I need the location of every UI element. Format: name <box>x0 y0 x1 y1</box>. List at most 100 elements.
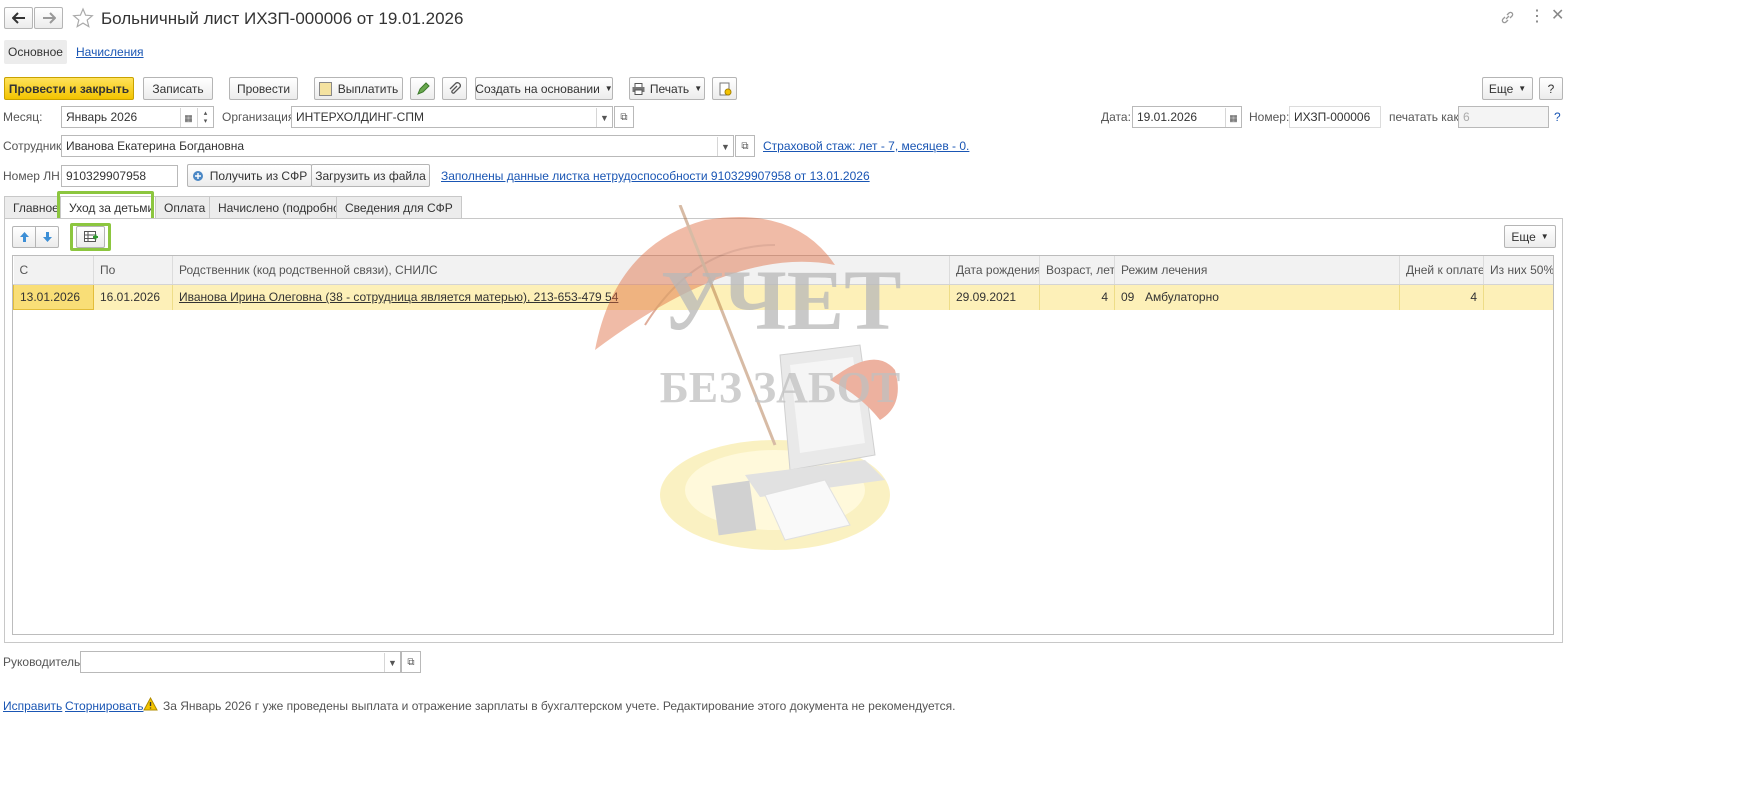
col-header-relative[interactable]: Родственник (код родственной связи), СНИ… <box>172 256 950 285</box>
cell-treatment-mode[interactable]: 09 Амбулаторно <box>1114 284 1400 310</box>
print-as-field[interactable]: 6 <box>1458 106 1549 128</box>
manager-field[interactable]: ▼ <box>80 651 401 673</box>
forward-button[interactable] <box>34 7 63 29</box>
pay-label: Выплатить <box>337 81 399 96</box>
employee-value: Иванова Екатерина Богдановна <box>66 139 245 153</box>
month-field[interactable]: Январь 2026 ▦ ▴ ▾ <box>61 106 214 128</box>
table-header-row: С По Родственник (код родственной связи)… <box>13 256 1553 285</box>
cell-relative[interactable]: Иванова Ирина Олеговна (38 - сотрудница … <box>172 284 950 310</box>
arrow-right-icon <box>42 12 56 24</box>
post-button[interactable]: Провести <box>229 77 298 100</box>
arrow-up-icon <box>19 232 29 242</box>
document-report-icon <box>719 82 731 95</box>
open-organization-icon[interactable]: ⧉ <box>614 106 634 128</box>
month-label: Месяц: <box>3 110 43 124</box>
employee-field[interactable]: Иванова Екатерина Богдановна ▼ <box>61 135 734 157</box>
tab-highlight-frame <box>57 191 154 221</box>
chevron-down-icon[interactable]: ▼ <box>596 108 612 127</box>
month-value: Январь 2026 <box>66 110 138 124</box>
pen-icon <box>416 81 430 95</box>
warning-icon <box>143 696 158 714</box>
arrow-down-icon <box>42 232 52 242</box>
fix-link[interactable]: Исправить <box>3 697 62 715</box>
cell-from[interactable]: 13.01.2026 <box>13 284 94 310</box>
get-from-sfr-label: Получить из СФР <box>209 168 308 183</box>
document-title: Больничный лист ИХЗП-000006 от 19.01.202… <box>101 9 464 28</box>
favorite-star-icon[interactable] <box>72 7 94 29</box>
post-and-close-button[interactable]: Провести и закрыть <box>4 77 134 100</box>
attach-button[interactable] <box>442 77 467 100</box>
employee-label: Сотрудник: <box>3 139 65 153</box>
cell-birth-date[interactable]: 29.09.2021 <box>949 284 1040 310</box>
print-label: Печать <box>649 81 690 96</box>
printer-icon <box>632 82 645 95</box>
chevron-down-icon[interactable]: ▼ <box>717 137 733 156</box>
fill-table-icon <box>83 231 98 242</box>
report-button[interactable] <box>712 77 737 100</box>
tab-payment[interactable]: Оплата <box>155 196 215 219</box>
open-employee-icon[interactable]: ⧉ <box>735 135 755 157</box>
table-row[interactable]: 13.01.2026 16.01.2026 Иванова Ирина Олег… <box>13 284 1553 310</box>
number-value: ИХЗП-000006 <box>1294 110 1371 124</box>
get-from-sfr-button[interactable]: Получить из СФР <box>187 164 312 187</box>
paperclip-icon <box>449 81 461 94</box>
create-based-button[interactable]: Создать на основании ▼ <box>475 77 613 100</box>
open-manager-icon[interactable]: ⧉ <box>401 651 421 673</box>
calendar-icon[interactable]: ▦ <box>1225 108 1241 127</box>
organization-field[interactable]: ИНТЕРХОЛДИНГ-СПМ ▼ <box>291 106 613 128</box>
fill-table-button[interactable] <box>76 226 105 248</box>
cell-to[interactable]: 16.01.2026 <box>93 284 173 310</box>
tab-accrued-detailed[interactable]: Начислено (подробно) <box>209 196 353 219</box>
child-care-table: С По Родственник (код родственной связи)… <box>12 255 1554 635</box>
chevron-down-icon: ▼ <box>1540 232 1549 241</box>
pay-icon <box>318 81 332 96</box>
cell-age[interactable]: 4 <box>1039 284 1115 310</box>
col-header-treatment-mode[interactable]: Режим лечения <box>1114 256 1400 285</box>
col-header-to[interactable]: По <box>93 256 173 285</box>
organization-value: ИНТЕРХОЛДИНГ-СПМ <box>296 110 424 124</box>
nav-tab-accruals[interactable]: Начисления <box>76 43 144 61</box>
sick-leave-filled-link[interactable]: Заполнены данные листка нетрудоспособнос… <box>441 167 870 185</box>
more-menu-icon[interactable]: ⋮ <box>1529 8 1545 26</box>
col-header-half-pay[interactable]: Из них 50% <box>1483 256 1553 285</box>
signature-button[interactable] <box>410 77 435 100</box>
manager-label: Руководитель: <box>3 655 84 669</box>
pay-button[interactable]: Выплатить <box>314 77 403 100</box>
more-button[interactable]: Еще ▼ <box>1482 77 1533 100</box>
calendar-icon[interactable]: ▦ <box>180 108 196 127</box>
col-header-from[interactable]: С <box>13 256 94 285</box>
month-spinner[interactable]: ▴ ▾ <box>197 108 213 127</box>
chevron-down-icon: ▼ <box>604 84 613 93</box>
date-field[interactable]: 19.01.2026 ▦ <box>1132 106 1242 128</box>
insurance-experience-link[interactable]: Страховой стаж: лет - 7, месяцев - 0. <box>763 137 969 155</box>
help-button[interactable]: ? <box>1539 77 1563 100</box>
cell-days-to-pay[interactable]: 4 <box>1399 284 1484 310</box>
date-label: Дата: <box>1101 110 1131 124</box>
move-down-button[interactable] <box>35 226 59 248</box>
table-more-button[interactable]: Еще ▼ <box>1504 225 1556 248</box>
back-button[interactable] <box>4 7 33 29</box>
save-button[interactable]: Записать <box>143 77 213 100</box>
link-icon[interactable] <box>1500 10 1515 28</box>
reverse-link[interactable]: Сторнировать <box>65 697 143 715</box>
col-header-days-to-pay[interactable]: Дней к оплате <box>1399 256 1484 285</box>
print-as-placeholder: 6 <box>1463 110 1470 124</box>
close-icon[interactable]: ✕ <box>1551 7 1564 25</box>
ln-number-field[interactable]: 910329907958 <box>61 165 178 187</box>
nav-tab-main-label: Основное <box>8 45 63 59</box>
chevron-down-icon[interactable]: ▼ <box>384 653 400 672</box>
tab-sfr-info[interactable]: Сведения для СФР <box>336 196 462 219</box>
print-button[interactable]: Печать ▼ <box>629 77 705 100</box>
col-header-age[interactable]: Возраст, лет <box>1039 256 1115 285</box>
treatment-mode-code: 09 <box>1121 290 1135 305</box>
col-header-birth-date[interactable]: Дата рождения <box>949 256 1040 285</box>
nav-tab-main[interactable]: Основное <box>4 40 67 64</box>
cell-half-pay[interactable] <box>1483 284 1553 310</box>
move-up-button[interactable] <box>12 226 36 248</box>
number-field[interactable]: ИХЗП-000006 <box>1289 106 1381 128</box>
print-as-help[interactable]: ? <box>1554 108 1561 126</box>
relative-link[interactable]: Иванова Ирина Олеговна (38 - сотрудница … <box>179 290 618 304</box>
warning-text: За Январь 2026 г уже проведены выплата и… <box>163 699 956 713</box>
ln-number-value: 910329907958 <box>66 169 147 183</box>
load-from-file-button[interactable]: Загрузить из файла <box>311 164 430 187</box>
